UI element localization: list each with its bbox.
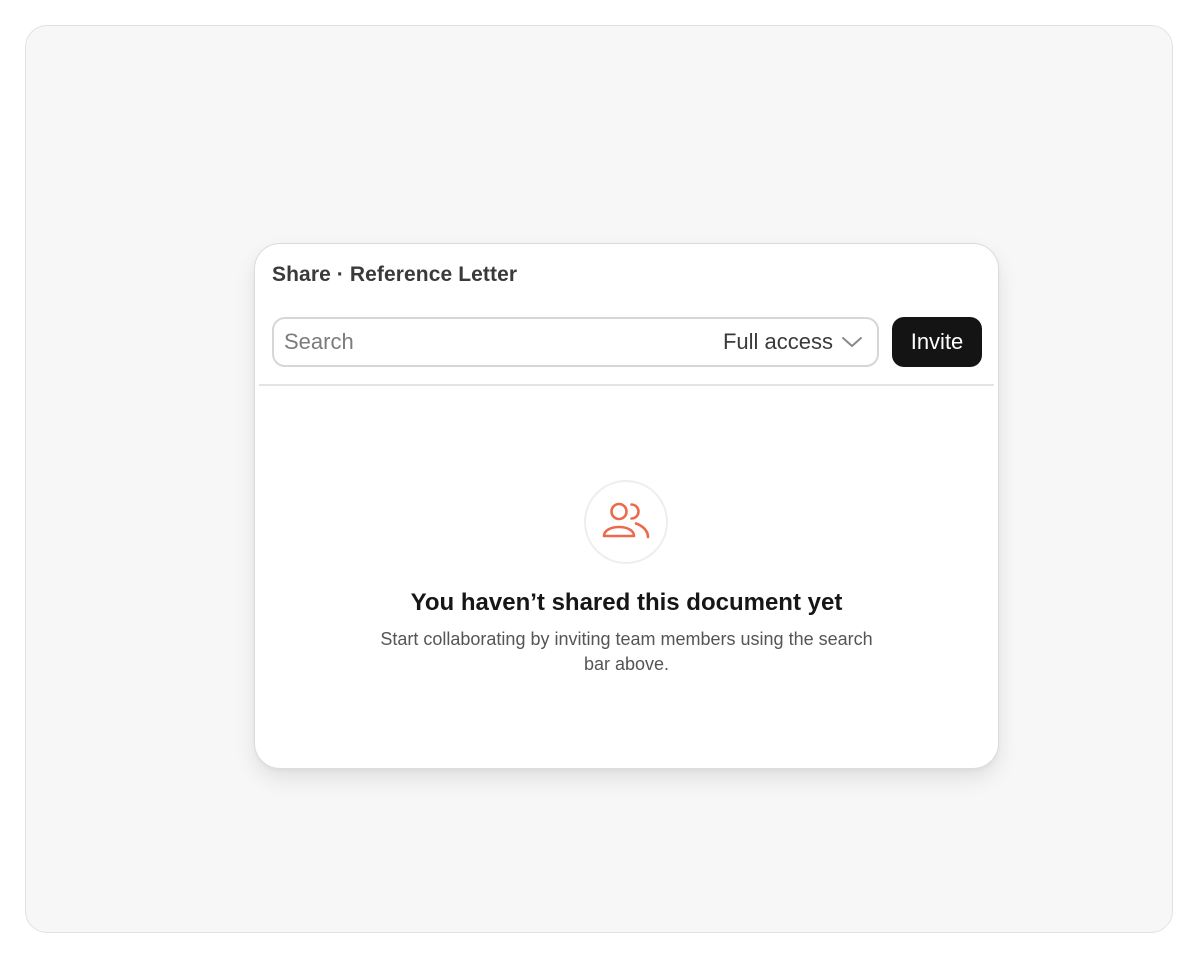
empty-state-icon-circle (584, 480, 668, 564)
invite-button[interactable]: Invite (892, 317, 982, 367)
search-input[interactable] (284, 319, 704, 365)
users-icon (602, 502, 650, 539)
chevron-down-icon (842, 337, 862, 347)
app-frame: Share · Reference Letter Full access Inv… (25, 25, 1173, 933)
dialog-title: Share · Reference Letter (272, 263, 518, 286)
header-divider (259, 384, 994, 386)
empty-state-title: You haven’t shared this document yet (410, 589, 843, 616)
access-level-select[interactable]: Full access (723, 319, 863, 365)
empty-state-description: Start collaborating by inviting team mem… (380, 629, 873, 674)
search-bar: Full access (272, 317, 879, 367)
access-level-label: Full access (722, 329, 833, 354)
share-dialog: Share · Reference Letter Full access Inv… (254, 243, 999, 769)
